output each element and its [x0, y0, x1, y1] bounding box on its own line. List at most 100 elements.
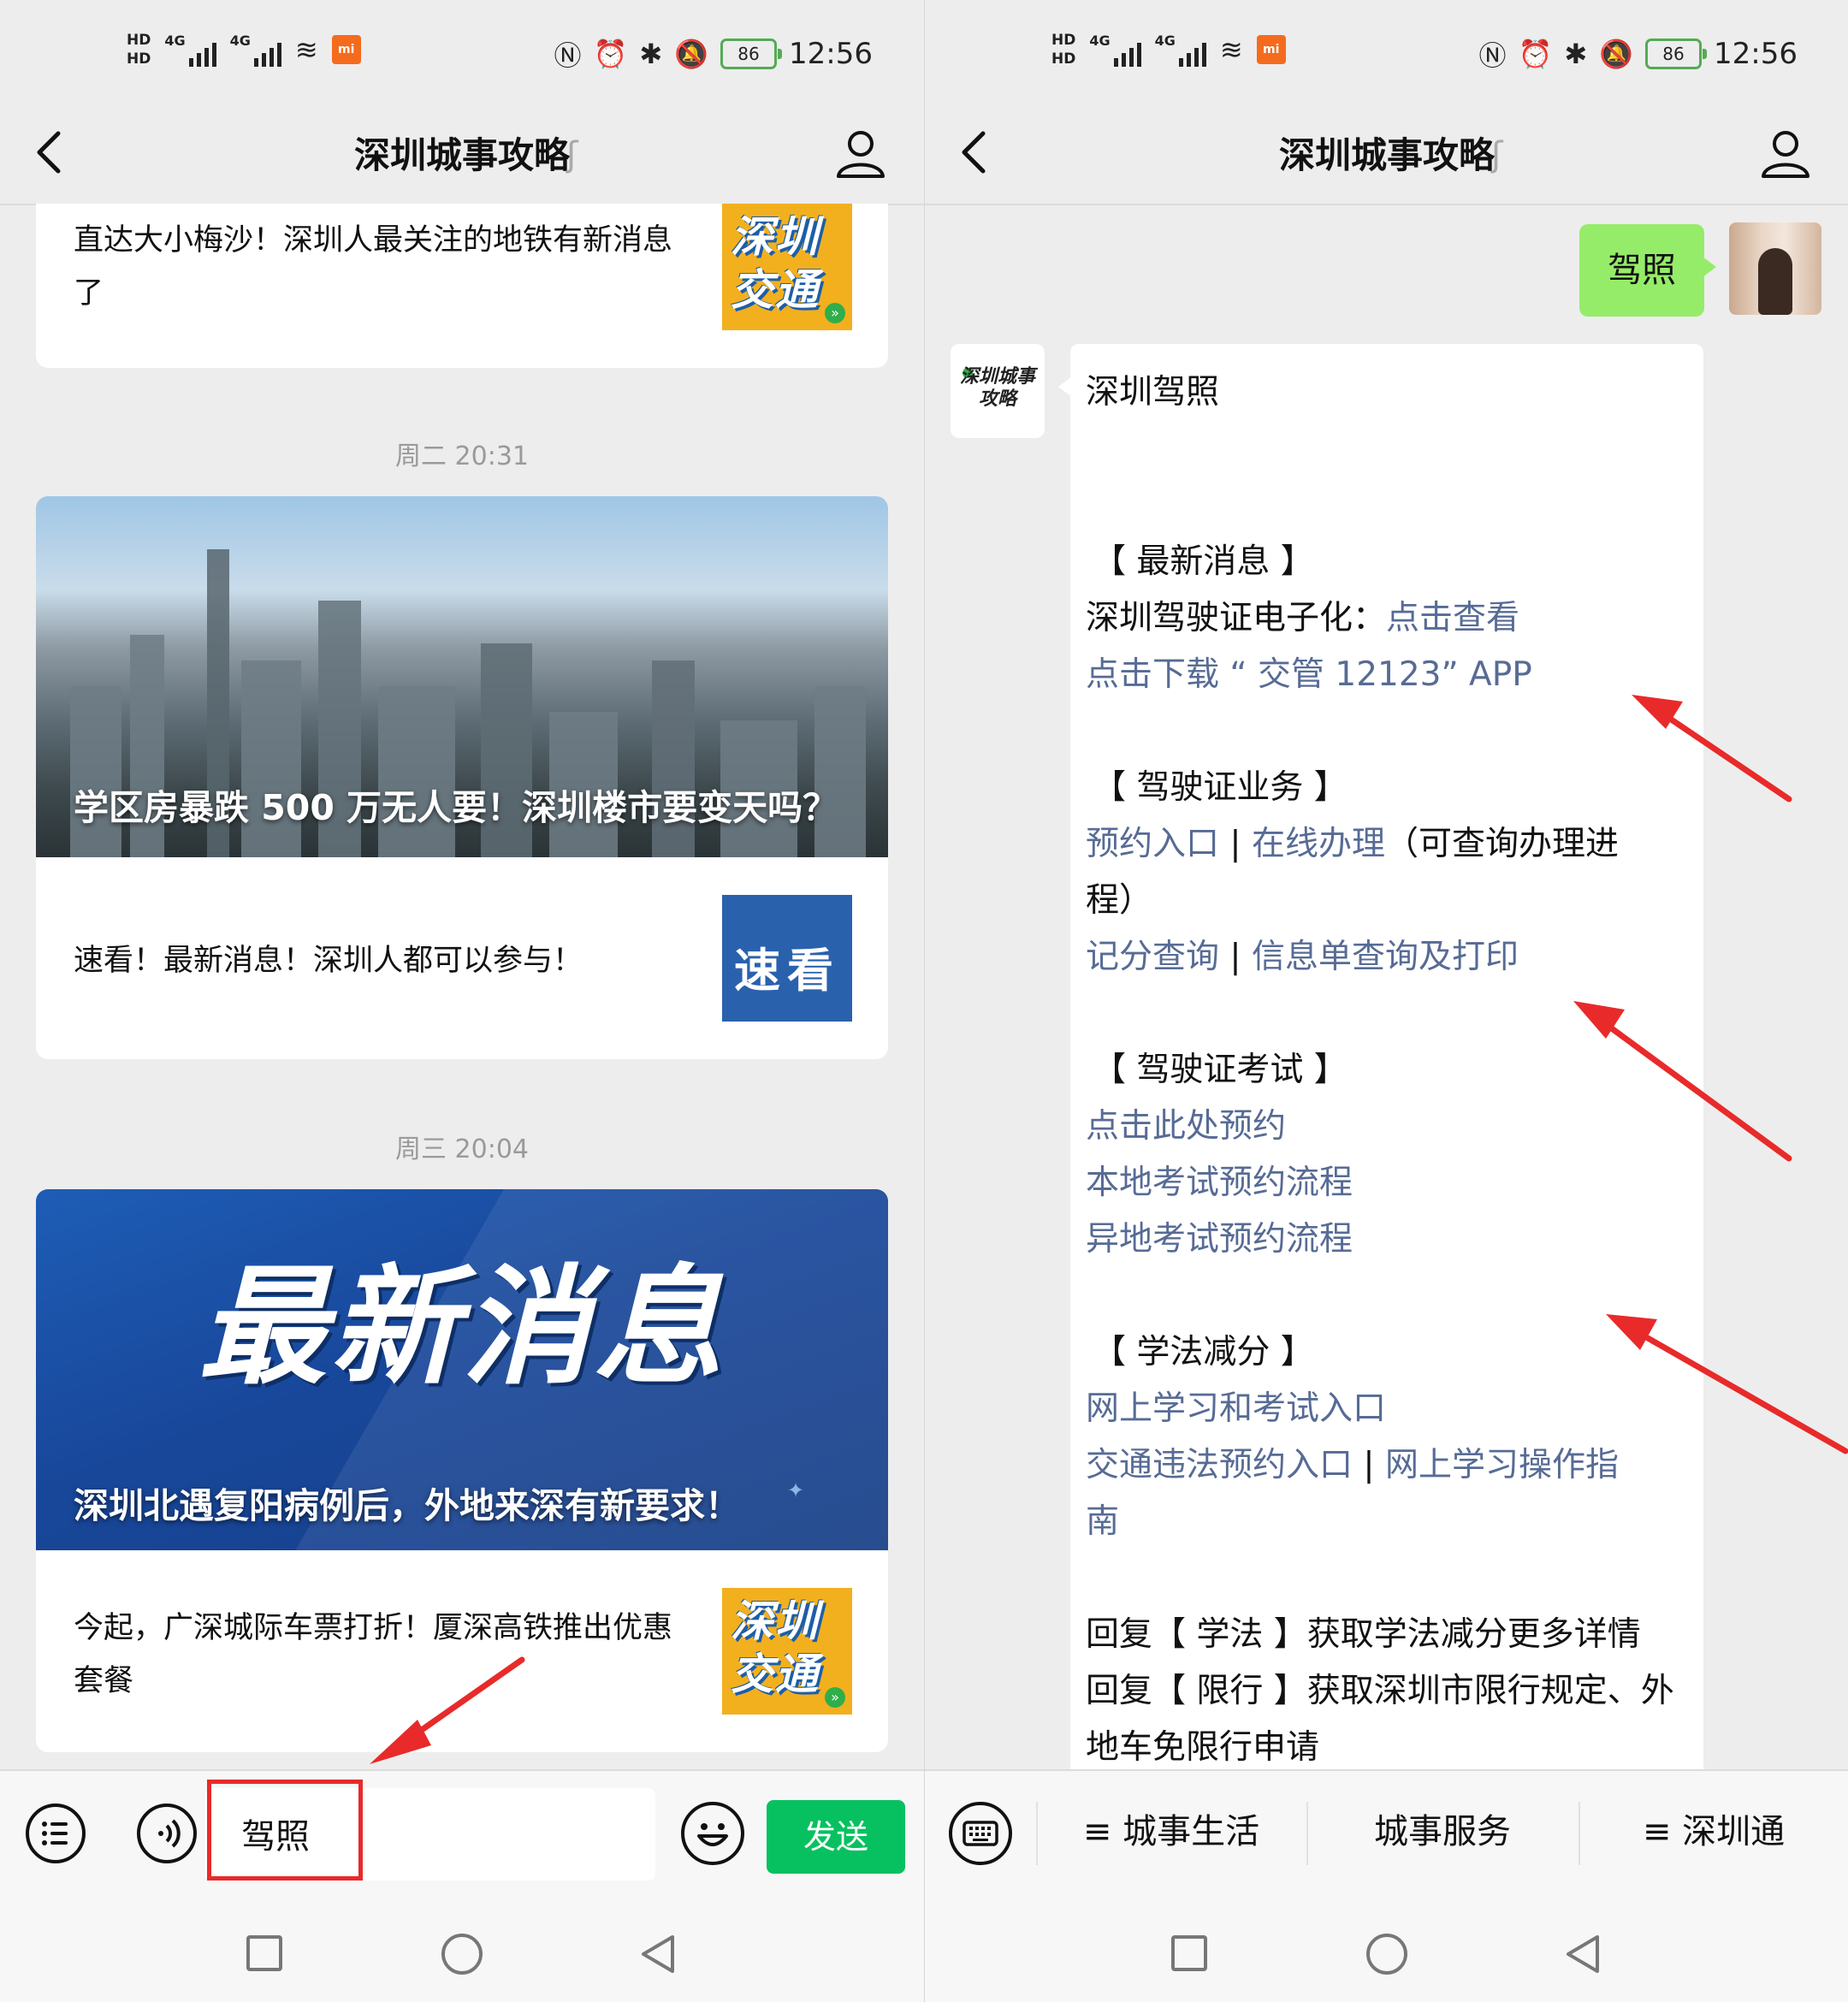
timestamp: 周二 20:31 [395, 441, 529, 471]
wifi-icon: ≋ [294, 33, 318, 66]
link-online-service[interactable]: 在线办理 [1252, 825, 1385, 863]
cover-title: 学区房暴跌 500 万无人要！深圳楼市要变天吗？ [74, 787, 838, 828]
section-title: 【 最新消息 】 [1093, 542, 1314, 581]
link-points-query[interactable]: 记分查询 [1086, 938, 1219, 976]
link-online-study[interactable]: 网上学习和考试入口 [1086, 1381, 1386, 1437]
ear-icon: ʃ [566, 135, 578, 175]
article-card[interactable]: 直达大小梅沙！深圳人最关注的地铁有新消息了 深圳交通 » [36, 204, 888, 368]
menu-city-life[interactable]: ≡ 城事生活 [1036, 1771, 1306, 1892]
recent-apps-icon[interactable] [246, 1935, 282, 1971]
status-bar: HD HD 4G 4G ≋ mi Ⓝ ⏰ ✱ 🔕 86 12:56 [925, 0, 1848, 103]
link-violation-booking[interactable]: 交通违法预约入口 [1086, 1446, 1353, 1484]
article-title: 今起，广深城际车票打折！厦深高铁推出优惠套餐 [74, 1611, 673, 1698]
voice-icon [158, 1819, 181, 1848]
message-line: 回复【 限行 】获取深圳市限行规定、外 [1086, 1672, 1674, 1710]
my-message-bubble[interactable]: 驾照 [1579, 224, 1716, 317]
article-card[interactable]: 学区房暴跌 500 万无人要！深圳楼市要变天吗？ 速看！最新消息！深圳人都可以参… [36, 496, 888, 1059]
cover-headline: 最新消息 [198, 1253, 726, 1402]
mute-icon: 🔕 [1599, 38, 1634, 70]
nav-bar: 深圳城事攻略 ʃ [925, 103, 1848, 205]
hd2-label: HD [127, 50, 151, 68]
thumbnail-text: 深圳交通 [731, 1596, 820, 1699]
keyboard-toggle-button[interactable] [949, 1802, 1012, 1865]
status-left: HD HD 4G 4G ≋ mi [127, 31, 361, 68]
signal-icon: 4G [1089, 33, 1141, 67]
menu-shenzhen-tong[interactable]: ≡ 深圳通 [1578, 1771, 1848, 1892]
profile-icon[interactable] [1758, 125, 1813, 180]
account-menu-bar: ≡ 城事生活 城事服务 ≡ 深圳通 [925, 1769, 1848, 1892]
signal-icon: 4G [164, 33, 216, 67]
message-line: 回复【 学法 】获取学法减分更多详情 [1086, 1615, 1641, 1654]
bluetooth-icon: ✱ [639, 38, 663, 70]
system-back-icon[interactable] [1561, 1932, 1606, 1976]
arrow-icon: » [825, 303, 845, 323]
link-info-print[interactable]: 信息单查询及打印 [1252, 938, 1519, 976]
send-button[interactable]: 发送 [767, 1800, 905, 1874]
message-line: 地车免限行申请 [1086, 1728, 1320, 1767]
emoji-button[interactable] [681, 1802, 744, 1865]
message-heading: 深圳驾照 [1086, 373, 1220, 412]
my-avatar[interactable] [1729, 222, 1821, 315]
page-title: 深圳城事攻略 [353, 134, 570, 176]
article-thumbnail: 深圳交通 » [722, 1588, 852, 1715]
thumbnail-text: 深圳交通 [731, 212, 820, 315]
status-bar: HD HD 4G 4G ≋ mi Ⓝ ⏰ ✱ 🔕 86 12:56 [0, 0, 924, 103]
input-bar: 驾照 发送 [0, 1769, 924, 1892]
mute-icon: 🔕 [674, 38, 709, 70]
account-avatar[interactable]: 深圳城事攻略 [951, 344, 1045, 438]
link-view-details[interactable]: 点击查看 [1386, 599, 1519, 637]
system-back-icon[interactable] [637, 1932, 681, 1976]
clock: 12:56 [789, 37, 873, 71]
mi-app-icon: mi [331, 35, 361, 64]
link-study-guide[interactable]: 网上学习操作指 [1385, 1446, 1619, 1484]
battery-icon: 86 [720, 38, 783, 69]
section-title: 【 学法减分 】 [1093, 1333, 1314, 1371]
voice-button[interactable] [137, 1804, 197, 1863]
nfc-icon: Ⓝ [554, 39, 582, 72]
link-download-app[interactable]: 点击下载 “ 交管 12123” APP [1086, 647, 1532, 703]
recent-apps-icon[interactable] [1171, 1935, 1207, 1971]
message-line: 深圳驾驶证电子化：点击查看 [1086, 599, 1520, 637]
cover-title: 深圳北遇复阳病例后，外地来深有新要求！ [74, 1485, 740, 1526]
article-thumbnail: 深圳交通 » [722, 204, 852, 330]
signal-icon: 4G [230, 33, 281, 67]
bluetooth-icon: ✱ [1564, 38, 1588, 70]
nav-bar: 深圳城事攻略 ʃ [0, 103, 924, 205]
hd1-label: HD [1051, 32, 1076, 49]
sparkle-icon: ✦ [787, 1478, 805, 1502]
thumbnail-text: 速看 [734, 944, 840, 998]
link-appointment[interactable]: 预约入口 [1086, 825, 1219, 863]
timestamp: 周三 20:04 [395, 1134, 529, 1164]
alarm-icon: ⏰ [593, 38, 628, 70]
alarm-icon: ⏰ [1518, 38, 1553, 70]
menu-city-service[interactable]: 城事服务 [1306, 1771, 1578, 1892]
message-line: 程） [1086, 881, 1153, 920]
article-title: 速看！最新消息！深圳人都可以参与！ [74, 944, 583, 978]
hd2-label: HD [1051, 50, 1076, 68]
input-annotation-box [207, 1780, 363, 1881]
status-left: HD HD 4G 4G ≋ mi [1051, 31, 1286, 68]
arrow-icon: » [825, 1687, 845, 1708]
emoji-icon [697, 1823, 728, 1846]
link-exam-booking[interactable]: 点击此处预约 [1086, 1099, 1286, 1155]
link-study-guide-cont[interactable]: 南 [1086, 1494, 1119, 1550]
clock: 12:56 [1714, 37, 1798, 71]
profile-icon[interactable] [833, 125, 888, 180]
wifi-icon: ≋ [1219, 33, 1243, 66]
page-title: 深圳城事攻略 [1278, 134, 1495, 176]
ear-icon: ʃ [1491, 135, 1503, 175]
link-remote-exam-process[interactable]: 异地考试预约流程 [1086, 1211, 1353, 1268]
message-line: 预约入口 | 在线办理（可查询办理进 [1086, 825, 1619, 863]
link-local-exam-process[interactable]: 本地考试预约流程 [1086, 1155, 1353, 1211]
message-line: 交通违法预约入口 | 网上学习操作指 [1086, 1446, 1619, 1484]
signal-icon: 4G [1155, 33, 1206, 67]
article-card[interactable]: 最新消息 ✦ 深圳北遇复阳病例后，外地来深有新要求！ 今起，广深城际车票打折！厦… [36, 1189, 888, 1752]
home-icon[interactable] [1366, 1934, 1407, 1975]
menu-list-button[interactable] [26, 1804, 86, 1863]
article-title: 直达大小梅沙！深圳人最关注的地铁有新消息了 [74, 223, 673, 311]
list-icon [42, 1821, 68, 1845]
system-nav-bar [925, 1891, 1848, 2002]
home-icon[interactable] [441, 1934, 483, 1975]
article-thumbnail: 速看 [722, 895, 852, 1022]
nfc-icon: Ⓝ [1478, 39, 1507, 72]
